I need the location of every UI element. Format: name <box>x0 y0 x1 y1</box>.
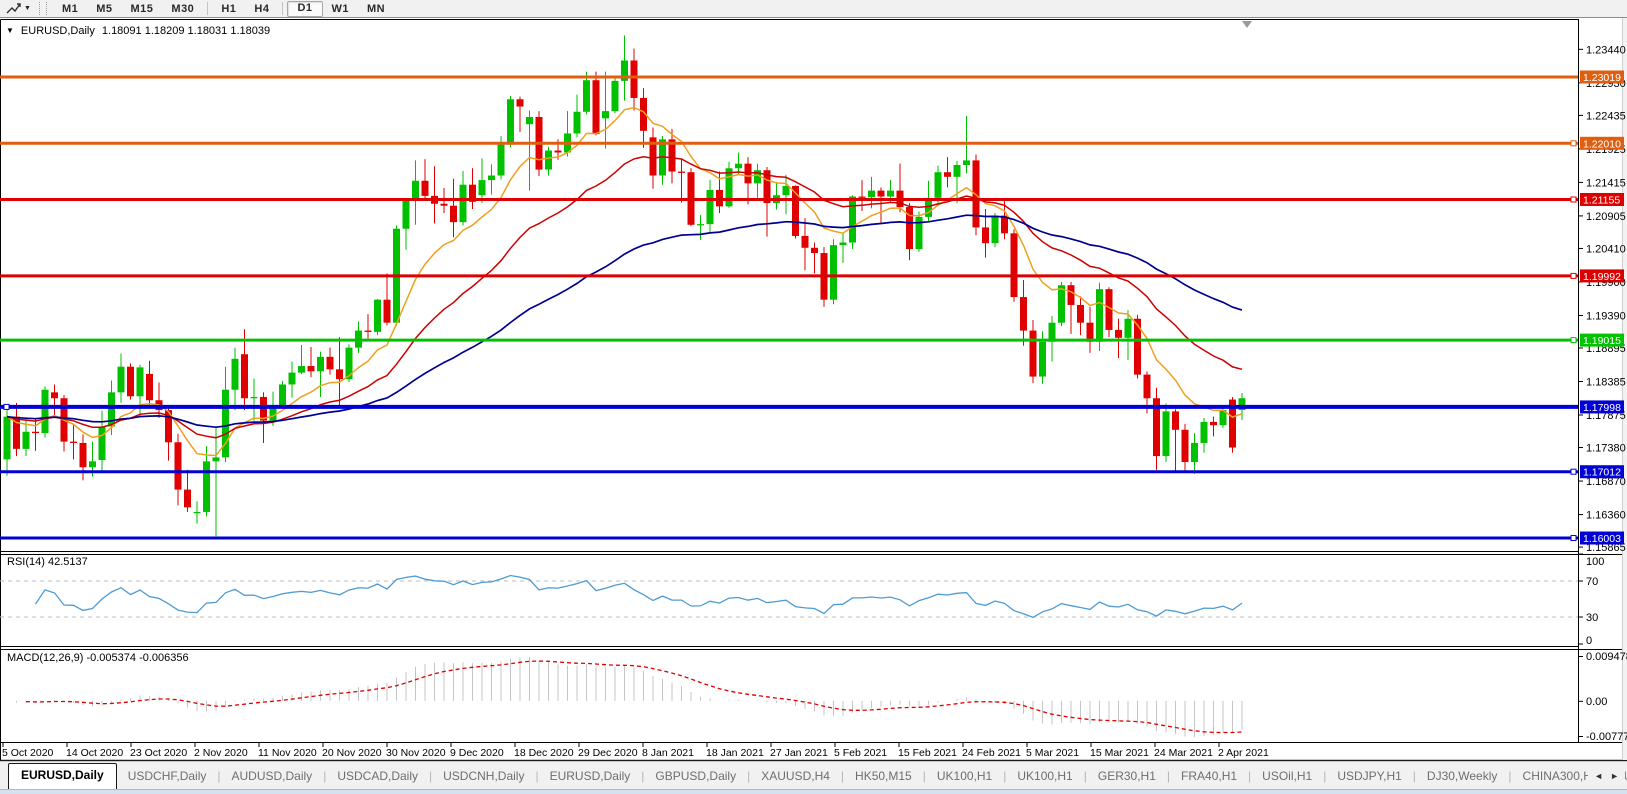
chart-canvas[interactable]: 1.234401.229301.224351.219251.214151.209… <box>0 0 1627 767</box>
svg-text:1.17380: 1.17380 <box>1586 443 1626 455</box>
date-axis[interactable]: 5 Oct 2020 14 Oct 2020 23 Oct 2020 2 Nov 20… <box>2 743 1269 760</box>
line-drag-handle <box>1571 338 1576 343</box>
svg-text:1.21155: 1.21155 <box>1583 194 1620 206</box>
svg-text:0.009478: 0.009478 <box>1586 651 1627 663</box>
window-bottom-edge <box>0 789 1627 794</box>
title-caret-icon[interactable]: ▼ <box>6 26 14 35</box>
tab-scroll-controls: ◄ ► <box>1588 762 1625 789</box>
bottom-tab-uk100-h1[interactable]: UK100,H1 <box>1006 765 1083 789</box>
svg-text:1.22435: 1.22435 <box>1586 110 1626 122</box>
svg-text:24 Mar 2021: 24 Mar 2021 <box>1154 747 1213 759</box>
svg-text:18 Dec 2020: 18 Dec 2020 <box>514 747 574 759</box>
svg-text:70: 70 <box>1586 576 1598 588</box>
svg-text:1.19390: 1.19390 <box>1586 310 1626 322</box>
bottom-tab-xauusd-h4[interactable]: XAUUSD,H4 <box>750 765 841 789</box>
svg-text:1.23440: 1.23440 <box>1586 44 1626 56</box>
bottom-tab-usdcnh-daily[interactable]: USDCNH,Daily <box>432 765 535 789</box>
bottom-tab-eurusd-daily[interactable]: EURUSD,Daily <box>539 765 642 789</box>
svg-text:1.16003: 1.16003 <box>1583 533 1621 545</box>
svg-text:29 Dec 2020: 29 Dec 2020 <box>578 747 638 759</box>
bottom-tab-usdjpy-h1[interactable]: USDJPY,H1 <box>1326 765 1412 789</box>
chart-ohlc-label: 1.18091 1.18209 1.18031 1.18039 <box>102 25 270 37</box>
svg-text:30: 30 <box>1586 612 1598 624</box>
svg-text:8 Jan 2021: 8 Jan 2021 <box>642 747 694 759</box>
chart-title: ▼ EURUSD,Daily 1.18091 1.18209 1.18031 1… <box>6 25 270 37</box>
svg-text:100: 100 <box>1586 556 1604 568</box>
svg-text:1.23019: 1.23019 <box>1583 72 1621 84</box>
line-drag-handle <box>1571 197 1576 202</box>
bottom-tab-gbpusd-daily[interactable]: GBPUSD,Daily <box>644 765 747 789</box>
macd-panel[interactable]: 0.009478 0.00 -0.007778 <box>17 651 1627 743</box>
tab-scroll-right-button[interactable]: ► <box>1610 771 1619 781</box>
svg-text:2 Nov 2020: 2 Nov 2020 <box>194 747 248 759</box>
rsi-indicator-label: RSI(14) 42.5137 <box>7 556 88 568</box>
svg-text:5 Mar 2021: 5 Mar 2021 <box>1026 747 1079 759</box>
line-drag-handle <box>1571 536 1576 541</box>
svg-text:30 Nov 2020: 30 Nov 2020 <box>386 747 446 759</box>
line-drag-handle <box>4 404 9 409</box>
svg-text:0.00: 0.00 <box>1586 696 1607 708</box>
svg-text:9 Dec 2020: 9 Dec 2020 <box>450 747 504 759</box>
svg-text:11 Nov 2020: 11 Nov 2020 <box>258 747 317 759</box>
svg-text:-0.007778: -0.007778 <box>1586 731 1627 743</box>
horizontal-line-objects[interactable]: 1.23019 1.22010 1.21155 1.19992 1.19015 1.179… <box>0 71 1624 546</box>
svg-text:24 Feb 2021: 24 Feb 2021 <box>962 747 1021 759</box>
bottom-tab-uk100-h1[interactable]: UK100,H1 <box>926 765 1003 789</box>
svg-text:5 Feb 2021: 5 Feb 2021 <box>834 747 887 759</box>
rsi-line <box>36 576 1243 618</box>
chart-shift-marker <box>1242 21 1252 28</box>
svg-text:1.17998: 1.17998 <box>1583 402 1621 414</box>
moving-average-lines <box>7 108 1242 456</box>
line-drag-handle <box>1571 469 1576 474</box>
svg-text:1.22010: 1.22010 <box>1583 138 1621 150</box>
svg-text:15 Mar 2021: 15 Mar 2021 <box>1090 747 1149 759</box>
price-chart[interactable]: 1.234401.229301.224351.219251.214151.209… <box>0 0 1627 762</box>
svg-text:14 Oct 2020: 14 Oct 2020 <box>66 747 123 759</box>
bottom-tab-usdchf-daily[interactable]: USDCHF,Daily <box>117 765 218 789</box>
svg-text:5 Oct 2020: 5 Oct 2020 <box>2 747 54 759</box>
svg-text:1.20905: 1.20905 <box>1586 211 1626 223</box>
svg-text:27 Jan 2021: 27 Jan 2021 <box>770 747 828 759</box>
macd-indicator-label: MACD(12,26,9) -0.005374 -0.006356 <box>7 652 189 664</box>
svg-text:15 Feb 2021: 15 Feb 2021 <box>898 747 957 759</box>
line-drag-handle <box>1571 141 1576 146</box>
bottom-tab-usoil-h1[interactable]: USOil,H1 <box>1251 765 1323 789</box>
svg-text:1.19992: 1.19992 <box>1583 271 1621 283</box>
svg-text:1.17012: 1.17012 <box>1583 467 1621 479</box>
tab-scroll-left-button[interactable]: ◄ <box>1594 771 1603 781</box>
bottom-tab-eurusd-daily[interactable]: EURUSD,Daily <box>8 763 117 789</box>
chart-symbol-label: EURUSD,Daily <box>21 25 95 37</box>
bottom-tab-dj30-weekly[interactable]: DJ30,Weekly <box>1416 765 1508 789</box>
svg-text:0: 0 <box>1586 635 1592 647</box>
svg-text:1.21415: 1.21415 <box>1586 177 1626 189</box>
svg-text:1.18385: 1.18385 <box>1586 377 1626 389</box>
line-drag-handle <box>1571 273 1576 278</box>
svg-text:1.19015: 1.19015 <box>1583 335 1621 347</box>
svg-text:23 Oct 2020: 23 Oct 2020 <box>130 747 187 759</box>
bottom-tab-hk50-m15[interactable]: HK50,M15 <box>844 765 923 789</box>
svg-text:1.16360: 1.16360 <box>1586 510 1626 522</box>
svg-text:2 Apr 2021: 2 Apr 2021 <box>1218 747 1269 759</box>
chart-tab-bar: EURUSD,DailyUSDCHF,Daily|AUDUSD,Daily|US… <box>0 762 1627 789</box>
svg-text:18 Jan 2021: 18 Jan 2021 <box>706 747 764 759</box>
bottom-tab-fra40-h1[interactable]: FRA40,H1 <box>1170 765 1248 789</box>
svg-text:20 Nov 2020: 20 Nov 2020 <box>322 747 382 759</box>
bottom-tab-audusd-daily[interactable]: AUDUSD,Daily <box>221 765 324 789</box>
bottom-tab-ger30-h1[interactable]: GER30,H1 <box>1087 765 1167 789</box>
bottom-tab-usdcad-daily[interactable]: USDCAD,Daily <box>326 765 429 789</box>
rsi-panel[interactable]: 100 70 30 0 <box>0 554 1604 647</box>
svg-text:1.20410: 1.20410 <box>1586 243 1626 255</box>
